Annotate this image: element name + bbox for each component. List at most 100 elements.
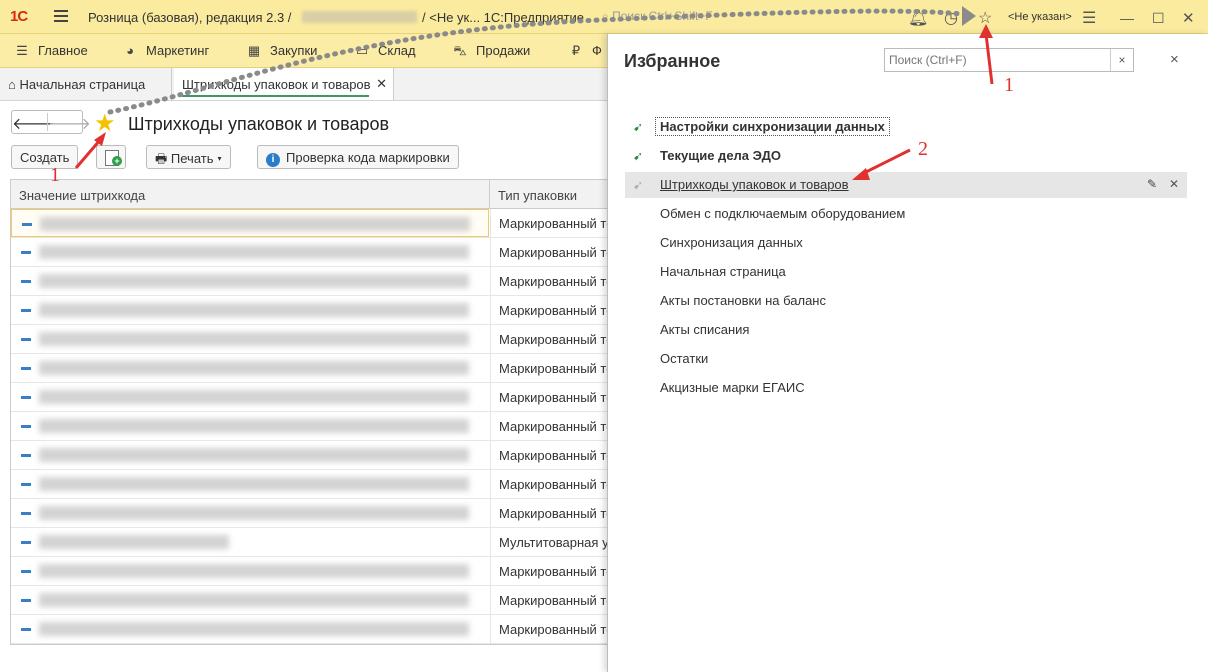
package-type-cell[interactable]: Маркированный то bbox=[490, 238, 607, 266]
package-type-cell[interactable]: Маркированный то bbox=[490, 586, 607, 614]
table-row[interactable]: Маркированный то bbox=[11, 499, 607, 528]
table-row[interactable]: Маркированный то bbox=[11, 470, 607, 499]
print-button[interactable]: 🖶 Печать ▾ bbox=[146, 145, 231, 169]
check-marking-button[interactable]: i Проверка кода маркировки bbox=[257, 145, 459, 169]
section-finance[interactable]: ₽ Ф bbox=[568, 43, 602, 59]
pin-icon[interactable]: ➹ bbox=[633, 120, 643, 134]
table-row[interactable]: Маркированный то bbox=[11, 325, 607, 354]
maximize-icon[interactable]: ☐ bbox=[1152, 10, 1165, 27]
table-row[interactable]: Маркированный то bbox=[11, 238, 607, 267]
package-type-cell[interactable]: Маркированный то bbox=[490, 412, 607, 440]
favorite-item-label[interactable]: Акты списания bbox=[660, 322, 749, 337]
barcode-cell[interactable] bbox=[11, 267, 489, 295]
table-row[interactable]: Маркированный то bbox=[11, 615, 607, 644]
favorite-item[interactable]: ➹ Текущие дела ЭДО bbox=[625, 143, 1187, 169]
package-type-cell[interactable]: Маркированный то bbox=[490, 441, 607, 469]
package-type-cell[interactable]: Маркированный то bbox=[490, 325, 607, 353]
section-main[interactable]: ☰ Главное bbox=[14, 43, 88, 59]
favorite-item[interactable]: Акцизные марки ЕГАИС bbox=[625, 375, 1187, 401]
package-type-cell[interactable]: Маркированный то bbox=[490, 383, 607, 411]
favorite-item-label[interactable]: Настройки синхронизации данных bbox=[655, 117, 890, 136]
package-type-cell[interactable]: Маркированный то bbox=[490, 354, 607, 382]
favorite-item-label[interactable]: Акцизные марки ЕГАИС bbox=[660, 380, 805, 395]
favorite-item-label[interactable]: Начальная страница bbox=[660, 264, 786, 279]
global-search[interactable]: ⌕ Поиск Ctrl+Shift+F bbox=[602, 9, 713, 24]
favorite-item-label[interactable]: Остатки bbox=[660, 351, 708, 366]
package-type-cell[interactable]: Маркированный то bbox=[490, 296, 607, 324]
package-type-cell[interactable]: Маркированный то bbox=[490, 209, 607, 237]
barcode-cell[interactable] bbox=[11, 586, 489, 614]
section-purchases[interactable]: ▦ Закупки bbox=[246, 43, 318, 59]
favorite-item[interactable]: Остатки bbox=[625, 346, 1187, 372]
remove-icon[interactable]: ✕ bbox=[1169, 177, 1179, 191]
package-type-cell[interactable]: Маркированный то bbox=[490, 557, 607, 585]
favorites-star-icon[interactable]: ☆ bbox=[978, 8, 992, 28]
barcode-cell[interactable] bbox=[11, 557, 489, 585]
favorite-item-label[interactable]: Текущие дела ЭДО bbox=[660, 148, 781, 163]
minimize-icon[interactable]: — bbox=[1120, 10, 1134, 26]
history-icon[interactable]: ◷ bbox=[944, 8, 958, 28]
favorites-close-icon[interactable]: × bbox=[1170, 51, 1179, 68]
column-package-type[interactable]: Тип упаковки bbox=[498, 188, 577, 203]
table-row[interactable]: Маркированный то bbox=[11, 267, 607, 296]
bell-icon[interactable]: 🔔︎ bbox=[908, 8, 928, 28]
copy-add-button[interactable]: + bbox=[96, 145, 126, 169]
section-marketing[interactable]: ◕ Маркетинг bbox=[122, 43, 209, 58]
package-type-cell[interactable]: Маркированный то bbox=[490, 615, 607, 643]
table-row[interactable]: Маркированный то bbox=[11, 354, 607, 383]
favorite-item-label[interactable]: Штрихкоды упаковок и товаров bbox=[660, 177, 849, 192]
favorite-item[interactable]: Синхронизация данных bbox=[625, 230, 1187, 256]
barcode-cell[interactable] bbox=[11, 209, 489, 237]
barcode-cell[interactable] bbox=[11, 528, 489, 556]
pin-icon[interactable]: ➹ bbox=[633, 149, 643, 163]
section-sales[interactable]: ⛍ Продажи bbox=[452, 43, 530, 61]
tab-home[interactable]: ⌂ Начальная страница bbox=[0, 68, 172, 100]
barcode-cell[interactable] bbox=[11, 470, 489, 498]
barcode-cell[interactable] bbox=[11, 383, 489, 411]
barcode-cell[interactable] bbox=[11, 412, 489, 440]
table-row[interactable]: Маркированный то bbox=[11, 557, 607, 586]
barcode-cell[interactable] bbox=[11, 354, 489, 382]
package-type-cell[interactable]: Маркированный то bbox=[490, 470, 607, 498]
favorite-item-label[interactable]: Обмен с подключаемым оборудованием bbox=[660, 206, 905, 221]
barcode-cell[interactable] bbox=[11, 238, 489, 266]
pin-icon[interactable]: ➹ bbox=[633, 178, 643, 192]
search-clear-icon[interactable]: × bbox=[1110, 49, 1133, 71]
table-row[interactable]: Маркированный то bbox=[11, 209, 607, 238]
barcode-cell[interactable] bbox=[11, 441, 489, 469]
tab-close-icon[interactable]: ✕ bbox=[376, 76, 387, 92]
favorites-search-input[interactable] bbox=[885, 49, 1109, 71]
barcode-cell[interactable] bbox=[11, 499, 489, 527]
back-arrow-icon[interactable]: 🡐 bbox=[12, 113, 55, 134]
table-row[interactable]: Мультитоварная у bbox=[11, 528, 607, 557]
favorite-item[interactable]: ➹ Штрихкоды упаковок и товаров ✎ ✕ bbox=[625, 172, 1187, 198]
favorite-item[interactable]: Акты списания bbox=[625, 317, 1187, 343]
package-type-cell[interactable]: Маркированный то bbox=[490, 267, 607, 295]
tab-barcodes[interactable]: Штрихкоды упаковок и товаров ✕ bbox=[174, 68, 394, 100]
favorite-item[interactable]: ➹ Настройки синхронизации данных bbox=[625, 114, 1187, 140]
barcode-cell[interactable] bbox=[11, 296, 489, 324]
table-row[interactable]: Маркированный то bbox=[11, 412, 607, 441]
column-barcode-value[interactable]: Значение штрихкода bbox=[19, 188, 145, 203]
user-label[interactable]: <Не указан> bbox=[1008, 11, 1072, 23]
table-row[interactable]: Маркированный то bbox=[11, 441, 607, 470]
favorite-item[interactable]: Начальная страница bbox=[625, 259, 1187, 285]
barcode-cell[interactable] bbox=[11, 615, 489, 643]
favorite-item-label[interactable]: Синхронизация данных bbox=[660, 235, 803, 250]
favorite-star-icon[interactable]: ★ bbox=[94, 109, 116, 138]
package-type-cell[interactable]: Маркированный то bbox=[490, 499, 607, 527]
package-type-cell[interactable]: Мультитоварная у bbox=[490, 528, 607, 556]
table-row[interactable]: Маркированный то bbox=[11, 383, 607, 412]
favorite-item-label[interactable]: Акты постановки на баланс bbox=[660, 293, 826, 308]
edit-pencil-icon[interactable]: ✎ bbox=[1147, 177, 1157, 191]
close-window-icon[interactable]: ✕ bbox=[1182, 9, 1195, 27]
section-warehouse[interactable]: ▭ Склад bbox=[354, 43, 416, 59]
table-row[interactable]: Маркированный то bbox=[11, 296, 607, 325]
table-row[interactable]: Маркированный то bbox=[11, 586, 607, 615]
forward-arrow-icon[interactable]: 🡒 bbox=[48, 113, 91, 134]
settings-menu-icon[interactable]: ☰ bbox=[1082, 8, 1096, 28]
favorite-item[interactable]: Акты постановки на баланс bbox=[625, 288, 1187, 314]
favorite-item[interactable]: Обмен с подключаемым оборудованием bbox=[625, 201, 1187, 227]
main-menu-icon[interactable] bbox=[54, 10, 68, 22]
create-button[interactable]: Создать bbox=[11, 145, 79, 169]
